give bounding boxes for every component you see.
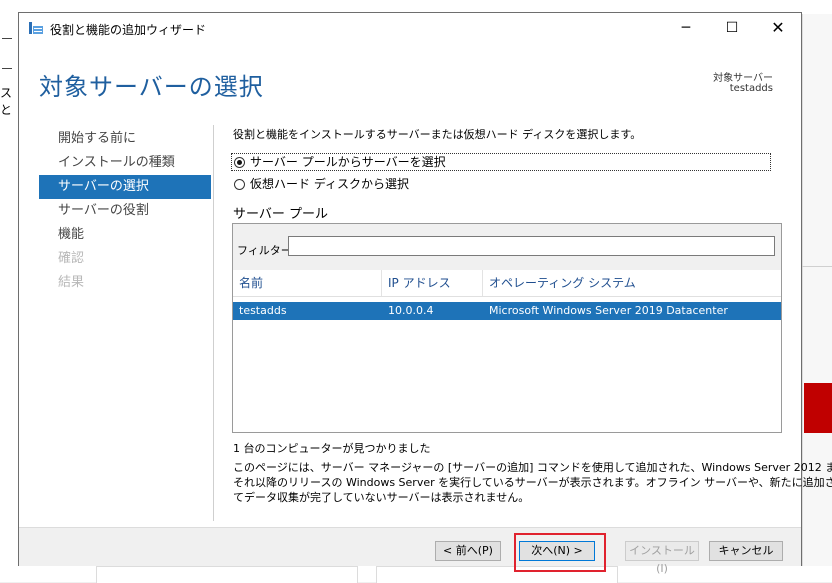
computer-count: 1 台のコンピューターが見つかりました xyxy=(233,442,431,455)
nav-item-server-selection[interactable]: サーバーの選択 xyxy=(39,175,211,199)
previous-button[interactable]: < 前へ(P) xyxy=(435,541,501,561)
maximize-button[interactable]: ☐ xyxy=(709,13,755,43)
cell-name: testadds xyxy=(239,304,287,317)
wizard-header: 対象サーバーの選択 対象サーバー testadds xyxy=(19,43,801,117)
cancel-button[interactable]: キャンセル xyxy=(709,541,783,561)
wizard-nav: 開始する前に インストールの種類 サーバーの選択 サーバーの役割 機能 確認 結… xyxy=(39,127,211,295)
background-divider xyxy=(802,266,832,267)
background-app-right-pane xyxy=(802,14,832,582)
next-button-highlight xyxy=(514,533,606,572)
filter-label: フィルター: xyxy=(237,244,296,257)
background-dash xyxy=(2,68,12,69)
option-virtual-disk-label: 仮想ハード ディスクから選択 xyxy=(250,177,409,191)
radio-server-pool[interactable] xyxy=(234,156,245,168)
background-app-left-pane: スと xyxy=(0,14,19,582)
nav-item-installation-type[interactable]: インストールの種類 xyxy=(39,151,211,175)
wizard-content: 開始する前に インストールの種類 サーバーの選択 サーバーの役割 機能 確認 結… xyxy=(19,117,832,527)
column-header-name[interactable]: 名前 xyxy=(233,270,382,296)
title-bar[interactable]: 役割と機能の追加ウィザード ─ ☐ ✕ xyxy=(19,13,801,43)
window-title: 役割と機能の追加ウィザード xyxy=(50,23,207,37)
server-manager-icon xyxy=(29,22,43,34)
server-pool-list: フィルター: 名前 IP アドレス オペレーティング システム testadds… xyxy=(232,223,782,433)
background-dash xyxy=(2,38,12,39)
close-button[interactable]: ✕ xyxy=(755,13,801,43)
table-header: 名前 IP アドレス オペレーティング システム xyxy=(233,270,781,297)
filter-input[interactable] xyxy=(288,236,775,256)
option-server-pool[interactable]: サーバー プールからサーバーを選択 xyxy=(231,153,771,171)
column-header-ip[interactable]: IP アドレス xyxy=(382,270,483,296)
pool-note-line: てデータ収集が完了していないサーバーは表示されません。 xyxy=(233,491,530,504)
table-row[interactable]: testadds 10.0.0.4 Microsoft Windows Serv… xyxy=(233,302,781,320)
destination-server-label: 対象サーバー xyxy=(713,73,773,84)
nav-item-server-roles[interactable]: サーバーの役割 xyxy=(39,199,211,223)
page-title: 対象サーバーの選択 xyxy=(39,73,264,101)
background-left-text: スと xyxy=(0,86,13,117)
main-panel: 役割と機能をインストールするサーバーまたは仮想ハード ディスクを選択します。 サ… xyxy=(231,117,832,527)
nav-item-features[interactable]: 機能 xyxy=(39,223,211,247)
filter-area: フィルター: xyxy=(233,224,781,271)
option-server-pool-label: サーバー プールからサーバーを選択 xyxy=(250,155,446,169)
page-description: 役割と機能をインストールするサーバーまたは仮想ハード ディスクを選択します。 xyxy=(233,128,642,141)
nav-item-before-you-begin[interactable]: 開始する前に xyxy=(39,127,211,151)
install-button: インストール(I) xyxy=(625,541,699,575)
nav-item-results: 結果 xyxy=(58,275,85,290)
pool-note-line: それ以降のリリースの Windows Server を実行しているサーバーが表示… xyxy=(233,476,832,489)
column-header-os[interactable]: オペレーティング システム xyxy=(483,270,781,296)
pool-note: このページには、サーバー マネージャーの [サーバーの追加] コマンドを使用して… xyxy=(233,460,832,505)
cell-ip: 10.0.0.4 xyxy=(388,304,434,317)
nav-item-confirmation: 確認 xyxy=(58,251,85,266)
pool-note-line: このページには、サーバー マネージャーの [サーバーの追加] コマンドを使用して… xyxy=(233,461,832,474)
server-pool-heading: サーバー プール xyxy=(233,207,329,222)
background-red-tile xyxy=(804,383,832,433)
wizard-footer: < 前へ(P) 次へ(N) > インストール(I) キャンセル xyxy=(19,527,801,575)
option-virtual-disk[interactable]: 仮想ハード ディスクから選択 xyxy=(231,175,409,193)
background-panel xyxy=(96,566,358,583)
nav-divider xyxy=(213,125,214,521)
minimize-button[interactable]: ─ xyxy=(663,13,709,43)
wizard-window: 役割と機能の追加ウィザード ─ ☐ ✕ 対象サーバーの選択 対象サーバー tes… xyxy=(18,12,832,575)
radio-virtual-disk[interactable] xyxy=(234,178,245,190)
destination-server-value: testadds xyxy=(729,83,773,94)
cell-os: Microsoft Windows Server 2019 Datacenter xyxy=(489,304,728,317)
